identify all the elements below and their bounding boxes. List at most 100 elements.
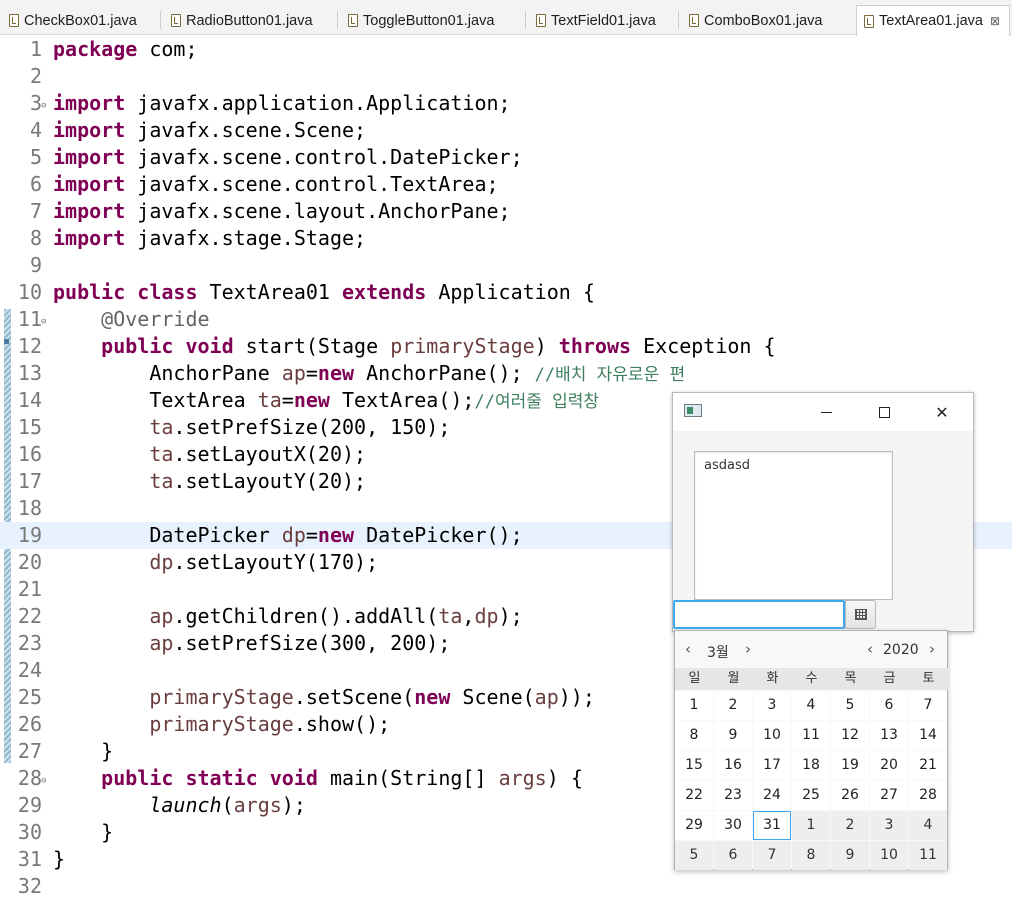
calendar-day-cell[interactable]: 23 — [714, 781, 752, 810]
calendar-day-cell[interactable]: 10 — [870, 841, 908, 870]
calendar-day-cell[interactable]: 5 — [675, 841, 713, 870]
calendar-day-cell[interactable]: 6 — [870, 691, 908, 720]
code-line[interactable]: 12 public void start(Stage primaryStage)… — [0, 333, 1012, 360]
line-number: 22 — [17, 604, 42, 628]
code-line[interactable]: 11 ⊖ @Override — [0, 306, 1012, 333]
line-number: 27 — [17, 739, 42, 763]
next-month-button[interactable]: › — [745, 640, 751, 658]
code-text: import javafx.scene.Scene; — [53, 118, 367, 142]
java-file-icon — [536, 14, 546, 27]
code-text: import javafx.stage.Stage; — [53, 226, 367, 250]
line-number: 20 — [17, 550, 42, 574]
calendar-day-cell[interactable]: 20 — [870, 751, 908, 780]
prev-year-button[interactable]: ‹ — [867, 640, 873, 658]
calendar-day-cell[interactable]: 11 — [792, 721, 830, 750]
code-text: } — [53, 820, 114, 844]
code-line[interactable]: 6 import javafx.scene.control.TextArea; — [0, 171, 1012, 198]
calendar-day-cell[interactable]: 22 — [675, 781, 713, 810]
line-number: 15 — [17, 415, 42, 439]
weekday-header: 목 — [831, 668, 870, 690]
code-text: import javafx.scene.control.DatePicker; — [53, 145, 523, 169]
calendar-day-cell[interactable]: 19 — [831, 751, 869, 780]
code-text: } — [53, 847, 66, 871]
code-line[interactable]: 4 import javafx.scene.Scene; — [0, 117, 1012, 144]
code-line[interactable]: 13 AnchorPane ap=new AnchorPane(); //배치 … — [0, 360, 1012, 387]
fold-toggle-icon[interactable]: ⊖ — [41, 768, 46, 795]
code-line[interactable]: 7 import javafx.scene.layout.AnchorPane; — [0, 198, 1012, 225]
calendar-day-cell[interactable]: 1 — [675, 691, 713, 720]
calendar-day-cell[interactable]: 4 — [909, 811, 947, 840]
line-number: 28 — [17, 766, 42, 790]
code-line[interactable]: 5 import javafx.scene.control.DatePicker; — [0, 144, 1012, 171]
code-text: primaryStage.setScene(new Scene(ap)); — [149, 685, 595, 709]
line-number: 14 — [17, 388, 42, 412]
calendar-day-cell[interactable]: 26 — [831, 781, 869, 810]
code-line[interactable]: 2 — [0, 63, 1012, 90]
minimize-button[interactable] — [803, 393, 849, 431]
calendar-day-cell[interactable]: 25 — [792, 781, 830, 810]
maximize-button[interactable] — [861, 393, 907, 431]
calendar-day-cell[interactable]: 15 — [675, 751, 713, 780]
calendar-day-cell[interactable]: 30 — [714, 811, 752, 840]
date-picker-input[interactable] — [673, 600, 845, 629]
calendar-day-cell[interactable]: 29 — [675, 811, 713, 840]
line-number: 24 — [17, 658, 42, 682]
tab-combobox01[interactable]: ComboBox01.java — [682, 6, 852, 35]
window-titlebar[interactable]: ✕ — [673, 393, 973, 431]
calendar-day-cell[interactable]: 21 — [909, 751, 947, 780]
calendar-day-cell[interactable]: 16 — [714, 751, 752, 780]
calendar-day-cell[interactable]: 1 — [792, 811, 830, 840]
code-line[interactable]: 10 public class TextArea01 extends Applic… — [0, 279, 1012, 306]
tab-checkbox01[interactable]: CheckBox01.java — [2, 6, 160, 35]
calendar-day-cell[interactable]: 7 — [753, 841, 791, 870]
fold-toggle-icon[interactable]: ⊖ — [41, 309, 46, 336]
tab-togglebutton01[interactable]: ToggleButton01.java — [341, 6, 524, 35]
prev-month-button[interactable]: ‹ — [685, 640, 691, 658]
calendar-day-cell[interactable]: 28 — [909, 781, 947, 810]
calendar-day-cell[interactable]: 8 — [675, 721, 713, 750]
line-number: 2 — [29, 64, 42, 88]
code-text: import javafx.scene.control.TextArea; — [53, 172, 499, 196]
calendar-day-cell[interactable]: 2 — [714, 691, 752, 720]
code-line[interactable]: 32 — [0, 873, 1012, 900]
text-area[interactable]: asdasd — [694, 451, 893, 600]
calendar-day-cell[interactable]: 27 — [870, 781, 908, 810]
calendar-day-cell[interactable]: 3 — [870, 811, 908, 840]
calendar-day-cell[interactable]: 17 — [753, 751, 791, 780]
next-year-button[interactable]: › — [929, 640, 935, 658]
calendar-day-cell[interactable]: 9 — [714, 721, 752, 750]
tab-label: TextArea01.java — [879, 13, 983, 29]
calendar-day-cell[interactable]: 13 — [870, 721, 908, 750]
code-line[interactable]: 1 package com; — [0, 36, 1012, 63]
calendar-day-cell[interactable]: 5 — [831, 691, 869, 720]
calendar-day-cell[interactable]: 24 — [753, 781, 791, 810]
code-text: ta.setPrefSize(200, 150); — [149, 415, 451, 439]
tab-textfield01[interactable]: TextField01.java — [529, 6, 677, 35]
calendar-day-cell[interactable]: 31 — [753, 811, 791, 840]
calendar-day-cell[interactable]: 9 — [831, 841, 869, 870]
calendar-day-cell[interactable]: 12 — [831, 721, 869, 750]
code-line[interactable]: 8 import javafx.stage.Stage; — [0, 225, 1012, 252]
tab-textarea01[interactable]: TextArea01.java ⊠ — [856, 5, 1010, 36]
calendar-day-cell[interactable]: 3 — [753, 691, 791, 720]
calendar-day-cell[interactable]: 8 — [792, 841, 830, 870]
code-line[interactable]: 9 — [0, 252, 1012, 279]
close-button[interactable]: ✕ — [919, 393, 965, 431]
date-picker-button[interactable] — [845, 600, 876, 629]
calendar-day-cell[interactable]: 11 — [909, 841, 947, 870]
calendar-day-cell[interactable]: 10 — [753, 721, 791, 750]
tab-close-icon[interactable]: ⊠ — [990, 14, 1000, 28]
calendar-day-cell[interactable]: 14 — [909, 721, 947, 750]
calendar-day-cell[interactable]: 18 — [792, 751, 830, 780]
line-number: 16 — [17, 442, 42, 466]
calendar-day-cell[interactable]: 6 — [714, 841, 752, 870]
calendar-day-cell[interactable]: 4 — [792, 691, 830, 720]
code-text: AnchorPane ap=new AnchorPane(); //배치 자유로… — [53, 361, 686, 385]
code-line[interactable]: 3 ⊖ import javafx.application.Application; — [0, 90, 1012, 117]
tab-radiobutton01[interactable]: RadioButton01.java — [164, 6, 336, 35]
calendar-day-cell[interactable]: 7 — [909, 691, 947, 720]
line-number: 7 — [29, 199, 42, 223]
calendar-day-cell[interactable]: 2 — [831, 811, 869, 840]
fold-toggle-icon[interactable]: ⊖ — [41, 93, 46, 120]
code-text: package com; — [53, 37, 198, 61]
